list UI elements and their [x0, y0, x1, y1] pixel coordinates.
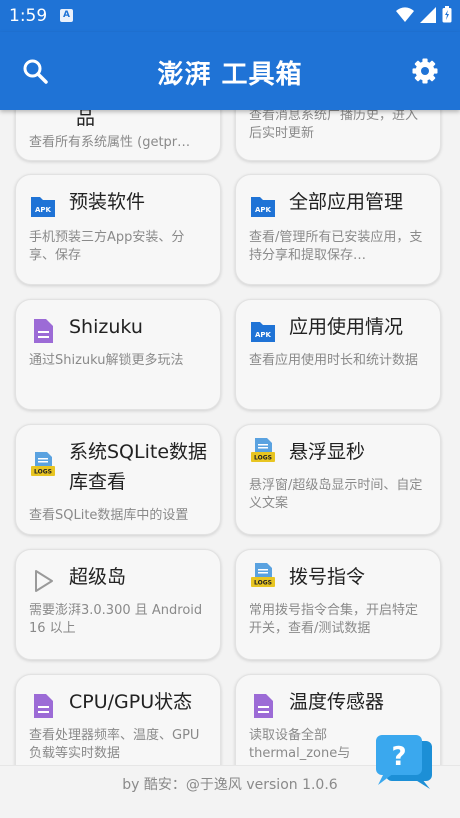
- card-desc: 需要澎湃3.0.300 且 Android 16 以上: [29, 603, 203, 636]
- battery-icon: [442, 6, 452, 23]
- app-bar: 澎湃 工具箱: [0, 32, 460, 110]
- apk-folder-icon: APK: [31, 197, 55, 217]
- card-broadcast-history[interactable]: 查看消息系统广播历史，进入后实时更新: [235, 110, 441, 161]
- wifi-icon: [396, 6, 414, 22]
- card-desc: 查看SQLite数据库中的设置: [29, 508, 189, 523]
- gear-icon[interactable]: [412, 58, 438, 84]
- doc-icon: [254, 694, 273, 718]
- card-title: 系统SQLite数据库查看: [69, 441, 208, 493]
- card-dial-codes[interactable]: LOGS 拨号指令 常用拨号指令合集，开启特定开关，查看/测试数据: [235, 549, 441, 660]
- logs-icon: LOGS: [251, 563, 275, 587]
- card-desc: 悬浮窗/超级岛显示时间、自定义文案: [249, 478, 423, 511]
- card-preinstalled-apps[interactable]: APK 预装软件 手机预装三方App安装、分享、保存: [15, 174, 221, 285]
- apk-label: APK: [255, 331, 272, 339]
- tool-grid[interactable]: 品 查看所有系统属性 (getpr… 查看消息系统广播历史，进入后实时更新 AP…: [0, 110, 460, 765]
- play-icon: [35, 570, 53, 592]
- apk-folder-icon: APK: [251, 322, 275, 342]
- card-title: 应用使用情况: [289, 316, 404, 338]
- apk-folder-icon: APK: [251, 197, 275, 217]
- notification-a-icon: A: [60, 9, 73, 22]
- card-title: 温度传感器: [289, 691, 385, 713]
- card-app-manager[interactable]: APK 全部应用管理 查看/管理所有已安装应用，支持分享和提取保存…: [235, 174, 441, 285]
- card-desc: 查看消息系统广播历史，进入后实时更新: [249, 110, 419, 141]
- card-title: 预装软件: [69, 191, 146, 213]
- logs-icon: LOGS: [251, 438, 275, 462]
- apk-label: APK: [35, 206, 52, 214]
- card-title: Shizuku: [69, 316, 143, 338]
- card-super-island[interactable]: 超级岛 需要澎湃3.0.300 且 Android 16 以上: [15, 549, 221, 660]
- help-chat-icon[interactable]: ?: [374, 733, 434, 791]
- card-app-usage[interactable]: APK 应用使用情况 查看应用使用时长和统计数据: [235, 299, 441, 410]
- card-desc: 手机预装三方App安装、分享、保存: [29, 230, 185, 263]
- card-desc: 读取设备全部thermal_zone与hw…: [249, 728, 351, 765]
- card-floating-seconds[interactable]: LOGS 悬浮显秒 悬浮窗/超级岛显示时间、自定义文案: [235, 424, 441, 535]
- card-desc: 常用拨号指令合集，开启特定开关，查看/测试数据: [249, 603, 419, 636]
- card-title: 超级岛: [69, 566, 127, 588]
- card-title: 全部应用管理: [289, 191, 404, 213]
- card-desc: 查看应用使用时长和统计数据: [249, 353, 419, 368]
- card-shizuku[interactable]: Shizuku 通过Shizuku解锁更多玩法: [15, 299, 221, 410]
- doc-icon: [34, 694, 53, 718]
- card-desc: 通过Shizuku解锁更多玩法: [29, 353, 184, 368]
- card-title: CPU/GPU状态: [69, 691, 193, 713]
- status-time: 1:59: [9, 6, 48, 26]
- svg-text:?: ?: [391, 742, 406, 772]
- card-desc: 查看处理器频率、温度、GPU负载等实时数据: [29, 728, 200, 761]
- card-cpu-gpu[interactable]: CPU/GPU状态 查看处理器频率、温度、GPU负载等实时数据: [15, 674, 221, 765]
- card-desc: 查看/管理所有已安装应用，支持分享和提取保存…: [249, 230, 423, 263]
- apk-label: APK: [255, 206, 272, 214]
- card-system-props[interactable]: 品 查看所有系统属性 (getpr…: [15, 110, 221, 161]
- card-sqlite-viewer[interactable]: LOGS 系统SQLite数据库查看 查看SQLite数据库中的设置: [15, 424, 221, 535]
- signal-icon: [420, 6, 436, 23]
- status-bar: 1:59 A: [0, 0, 460, 32]
- card-title: 悬浮显秒: [289, 441, 366, 463]
- logs-label: LOGS: [34, 469, 52, 476]
- doc-icon: [34, 319, 53, 343]
- logs-label: LOGS: [254, 455, 272, 462]
- app-title: 澎湃 工具箱: [157, 60, 303, 90]
- logs-label: LOGS: [254, 580, 272, 587]
- logs-icon: LOGS: [31, 452, 55, 476]
- card-title: 品: [76, 110, 96, 129]
- card-title: 拨号指令: [289, 566, 366, 588]
- card-desc: 查看所有系统属性 (getpr…: [29, 135, 191, 150]
